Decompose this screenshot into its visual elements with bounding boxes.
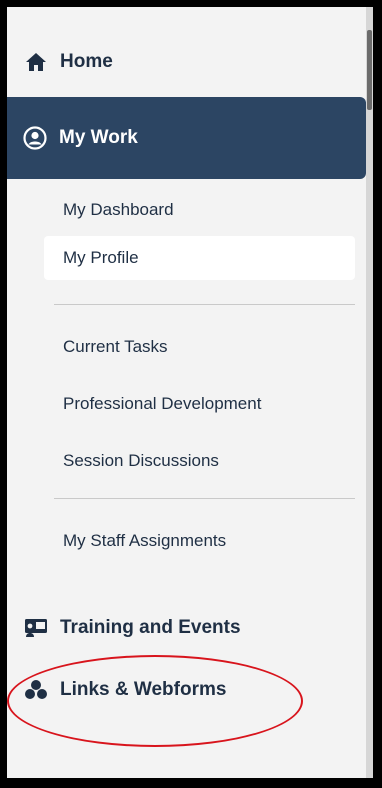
divider — [54, 304, 355, 305]
home-icon — [24, 50, 48, 74]
nav-item-professional-development[interactable]: Professional Development — [44, 382, 355, 426]
nav-session-discussions-label: Session Discussions — [63, 451, 219, 470]
nav-item-home[interactable]: Home — [7, 41, 367, 83]
nav-item-my-work[interactable]: My Work — [7, 97, 366, 179]
nav-my-work-label: My Work — [59, 127, 138, 148]
nav-training-label: Training and Events — [60, 617, 241, 638]
cubes-icon — [24, 678, 48, 702]
nav-item-session-discussions[interactable]: Session Discussions — [44, 439, 355, 483]
nav-my-profile-label: My Profile — [63, 248, 139, 267]
nav-item-my-dashboard[interactable]: My Dashboard — [44, 188, 355, 232]
window-frame: Home My Work My Dashboard My Profile Cur… — [0, 0, 382, 788]
user-circle-icon — [22, 125, 48, 151]
nav-my-staff-assignments-label: My Staff Assignments — [63, 531, 227, 550]
presentation-icon — [24, 616, 48, 640]
nav-current-tasks-label: Current Tasks — [63, 337, 168, 356]
nav-links-label: Links & Webforms — [60, 679, 227, 700]
nav-home-label: Home — [60, 51, 113, 72]
nav-item-training-and-events[interactable]: Training and Events — [7, 607, 367, 649]
nav-my-dashboard-label: My Dashboard — [63, 200, 174, 219]
nav-item-links-webforms[interactable]: Links & Webforms — [7, 669, 367, 711]
divider — [54, 498, 355, 499]
nav-professional-development-label: Professional Development — [63, 394, 262, 413]
nav-item-my-profile[interactable]: My Profile — [44, 236, 355, 280]
scrollbar[interactable] — [366, 7, 373, 778]
nav-item-my-staff-assignments[interactable]: My Staff Assignments — [44, 519, 355, 563]
nav-item-current-tasks[interactable]: Current Tasks — [44, 325, 355, 369]
sidebar-nav: Home My Work My Dashboard My Profile Cur… — [7, 7, 373, 778]
scrollbar-thumb[interactable] — [367, 30, 372, 110]
